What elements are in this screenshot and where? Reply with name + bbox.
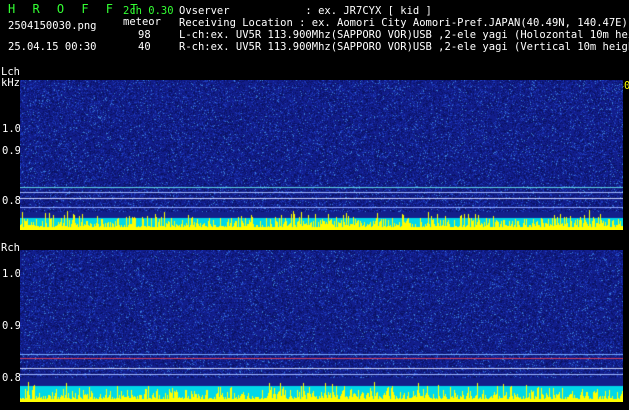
rch-ytick-0-9: 0.9 <box>2 320 21 332</box>
rch-ytick-1-0: 1.0 <box>2 268 21 280</box>
observer-line: Ovserver : ex. JR7CYX [ kid ] <box>179 5 432 17</box>
lch-unit-label: kHz <box>1 77 20 89</box>
rch-info-line: R-ch:ex. UV5R 113.900Mhz(SAPPORO VOR)USB… <box>179 41 629 53</box>
lch-meteor-count: 98 <box>138 29 151 41</box>
rch-label: Rch <box>1 242 20 254</box>
filename-label: 2504150030.png <box>8 20 97 32</box>
rch-spectrogram <box>20 250 623 402</box>
lch-ytick-1-0: 1.0 <box>2 123 21 135</box>
lch-waterfall-canvas <box>20 80 623 230</box>
lch-spectrogram <box>20 80 623 230</box>
lch-ytick-0-8: 0.8 <box>2 195 21 207</box>
meteor-label: meteor <box>123 16 161 28</box>
rch-ytick-0-8: 0.8 <box>2 372 21 384</box>
rch-waterfall-canvas <box>20 250 623 402</box>
datetime-label: 25.04.15 00:30 <box>8 41 97 53</box>
hrofft-window: H R O F F T 2504150030.png 25.04.15 00:3… <box>0 0 629 410</box>
lch-ytick-0-9: 0.9 <box>2 145 21 157</box>
rch-meteor-count: 40 <box>138 41 151 53</box>
lch-info-line: L-ch:ex. UV5R 113.900Mhz(SAPPORO VOR)USB… <box>179 29 629 41</box>
location-line: Receiving Location : ex. Aomori City Aom… <box>179 17 628 29</box>
